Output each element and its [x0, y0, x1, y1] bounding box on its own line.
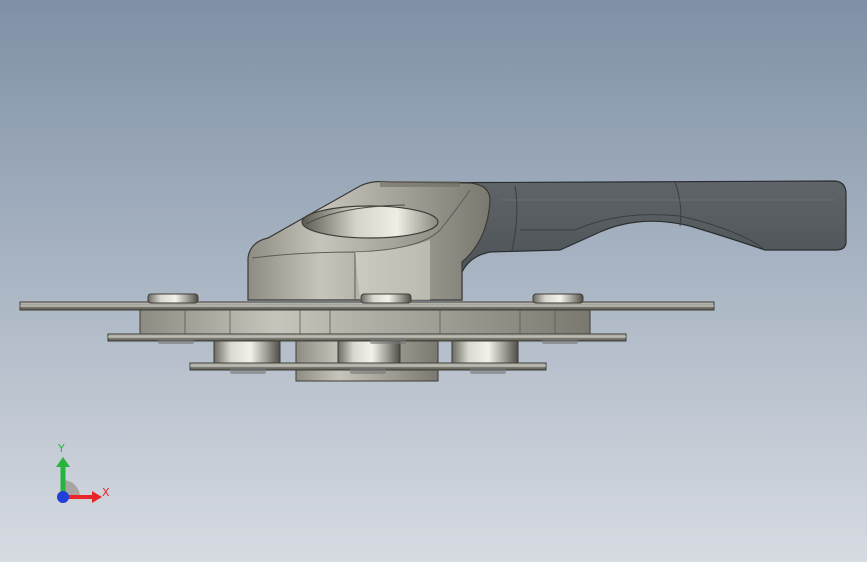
y-axis-label: Y [58, 442, 65, 455]
handle-hub [247, 180, 491, 301]
z-axis-icon [57, 491, 69, 503]
lower-cylinders [213, 340, 519, 382]
middle-body [139, 309, 591, 335]
graphics-viewport[interactable]: Y X [0, 0, 867, 562]
x-axis-label: X [102, 486, 110, 499]
handle-model[interactable] [0, 0, 867, 562]
reference-triad: Y X [40, 435, 120, 515]
triad-axes [56, 457, 102, 503]
y-axis-arrow-icon [56, 457, 70, 467]
x-axis-arrow-icon [92, 491, 102, 503]
